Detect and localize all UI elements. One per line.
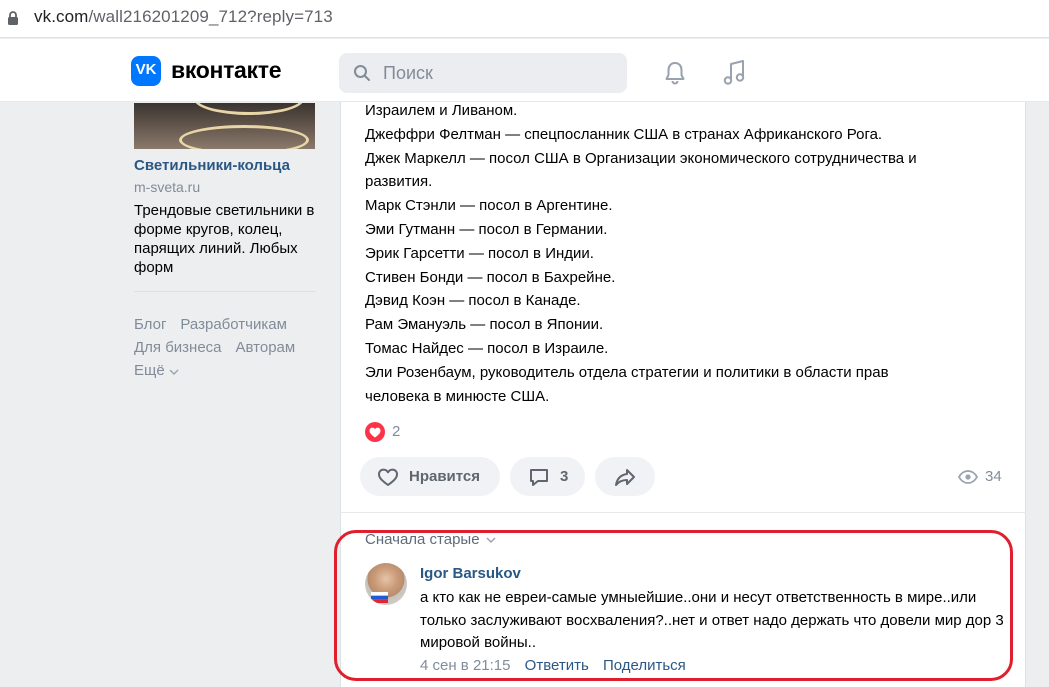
post-line: Эли Розенбаум, руководитель отдела страт…	[365, 363, 889, 381]
comment-button[interactable]: 3	[510, 457, 585, 496]
highlight-annotation	[334, 530, 1013, 681]
like-button[interactable]: Нравится	[360, 457, 500, 496]
post-line: человека в минюсте США.	[365, 387, 550, 405]
ring-lamp-shape	[194, 103, 304, 115]
url-text[interactable]: vk.com/wall216201209_712?reply=713	[34, 7, 333, 27]
post-line: Марк Стэнли — посол в Аргентине.	[365, 197, 613, 215]
ad-image[interactable]	[134, 103, 315, 149]
search-icon	[354, 65, 370, 81]
footer-link-authors[interactable]: Авторам	[236, 339, 296, 356]
divider	[134, 291, 316, 292]
divider	[340, 512, 1026, 513]
heart-outline-icon	[378, 468, 398, 486]
notifications-bell-icon[interactable]	[662, 60, 688, 86]
post-line: Джек Маркелл — посол США в Организации э…	[365, 149, 917, 167]
brand-name[interactable]: вконтакте	[171, 57, 282, 84]
comments-count: 3	[560, 468, 569, 485]
site-header: VK вконтакте	[0, 39, 1049, 102]
views-count: 34	[985, 468, 1002, 485]
search-input[interactable]	[383, 61, 613, 85]
ad-description[interactable]: Трендовые светильники в форме кругов, ко…	[134, 201, 319, 277]
share-button[interactable]	[595, 457, 655, 496]
eye-icon	[958, 470, 978, 484]
footer-more-dropdown[interactable]: Ещё	[134, 359, 309, 382]
ad-title[interactable]: Светильники-кольца	[134, 157, 290, 174]
post-line: Джеффри Фелтман — спецпосланник США в ст…	[365, 125, 883, 143]
search-box[interactable]	[339, 53, 627, 93]
ad-domain[interactable]: m-sveta.ru	[134, 179, 200, 195]
chevron-down-icon	[169, 369, 179, 375]
heart-reaction-icon	[365, 422, 385, 442]
music-icon[interactable]	[722, 59, 748, 87]
footer-link-developers[interactable]: Разработчикам	[180, 316, 286, 333]
footer-link-business[interactable]: Для бизнеса	[134, 339, 222, 356]
comment-icon	[530, 469, 548, 486]
post-line: Томас Найдес — посол в Израиле.	[365, 339, 609, 357]
post-line: Эми Гутманн — посол в Германии.	[365, 220, 608, 238]
url-host: vk.com	[34, 7, 89, 26]
reactions-count: 2	[392, 423, 401, 440]
post-line: Эрик Гарсетти — посол в Индии.	[365, 244, 594, 262]
post-line: развития.	[365, 173, 433, 191]
share-arrow-icon	[615, 469, 635, 486]
url-path: /wall216201209_712?reply=713	[88, 7, 333, 26]
lock-icon	[8, 11, 18, 25]
post-line: Рам Эмануэль — посол в Японии.	[365, 316, 604, 334]
post-line: Израилем и Ливаном.	[365, 102, 518, 119]
post-line: Дэвид Коэн — посол в Канаде.	[365, 292, 581, 310]
post-text: Израилем и Ливаном. Джеффри Фелтман — сп…	[365, 99, 917, 408]
footer-link-blog[interactable]: Блог	[134, 316, 166, 333]
footer-links: Блог Разработчикам Для бизнеса Авторам Ещё	[134, 313, 309, 382]
logo-text: VK	[135, 61, 157, 78]
post-line: Стивен Бонди — посол в Бахрейне.	[365, 268, 616, 286]
ring-lamp-shape	[179, 125, 309, 149]
footer-link-more: Ещё	[134, 362, 165, 379]
like-label: Нравится	[409, 468, 481, 485]
vk-logo-icon[interactable]: VK	[131, 56, 161, 86]
browser-address-bar[interactable]: vk.com/wall216201209_712?reply=713	[0, 0, 1049, 38]
